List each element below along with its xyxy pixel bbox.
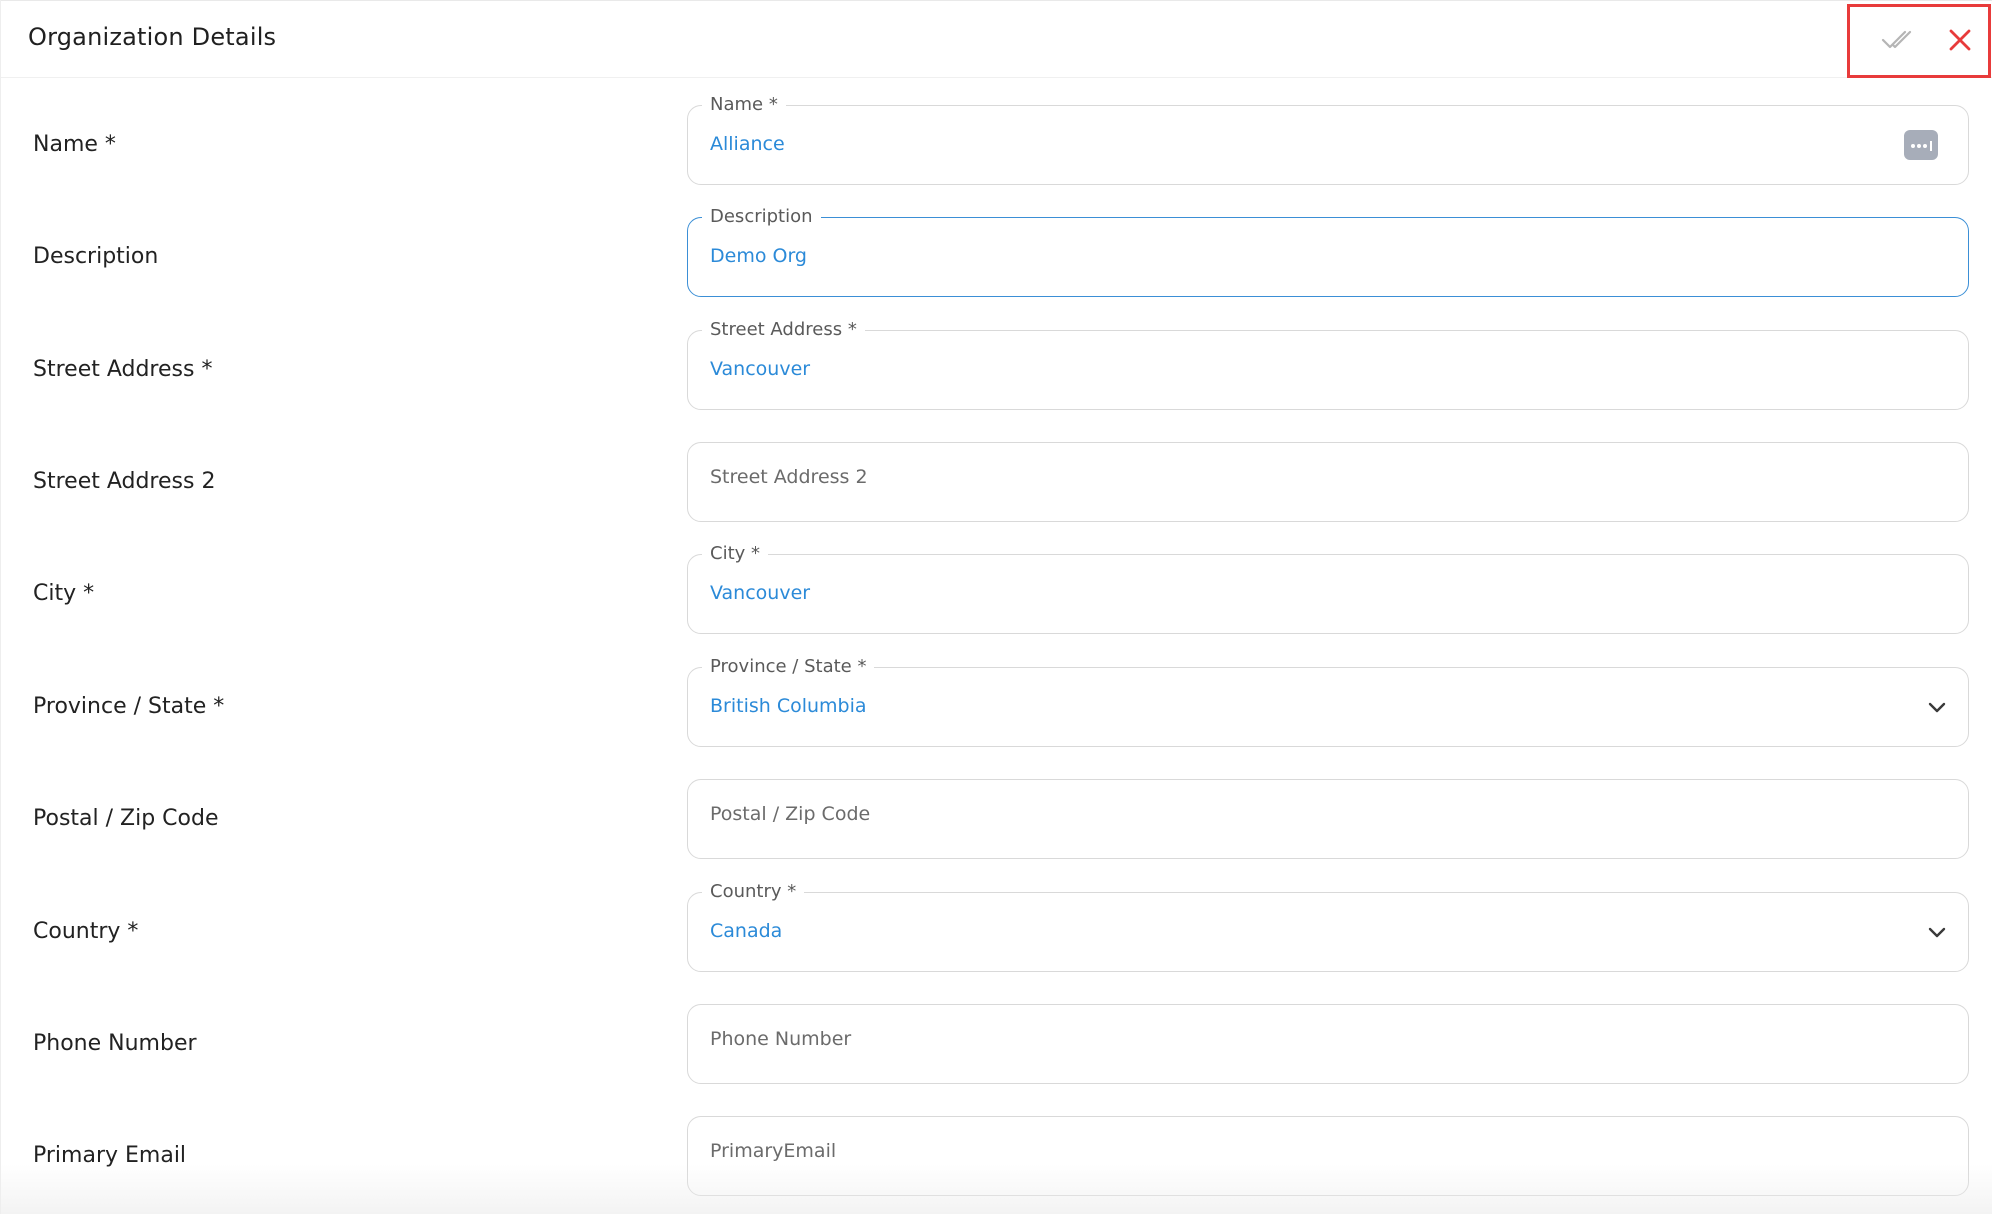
double-check-icon bbox=[1881, 29, 1915, 55]
form-row-street-address-2: Street Address 2 Street Address 2 bbox=[1, 442, 1992, 522]
name-field[interactable]: Name * Alliance bbox=[687, 93, 1969, 185]
name-label: Name * bbox=[33, 132, 116, 157]
save-button[interactable] bbox=[1880, 24, 1916, 60]
phone-number-field[interactable]: Phone Number bbox=[687, 1004, 1969, 1084]
form-row-description: Description Description Demo Org bbox=[1, 205, 1992, 297]
country-select-legend: Country * bbox=[702, 880, 805, 904]
more-dots-icon bbox=[1909, 136, 1933, 155]
close-icon bbox=[1948, 28, 1972, 56]
province-state-select-value[interactable]: British Columbia bbox=[710, 693, 867, 719]
country-label: Country * bbox=[33, 919, 139, 944]
primary-email-placeholder[interactable]: PrimaryEmail bbox=[710, 1138, 836, 1164]
phone-number-label: Phone Number bbox=[33, 1031, 197, 1056]
header-actions-highlight bbox=[1847, 4, 1991, 78]
form-row-province-state: Province / State * Province / State * Br… bbox=[1, 655, 1992, 747]
form-row-country: Country * Country * Canada bbox=[1, 880, 1992, 972]
form-row-city: City * City * Vancouver bbox=[1, 542, 1992, 634]
city-field-value[interactable]: Vancouver bbox=[710, 580, 810, 606]
postal-zip-field[interactable]: Postal / Zip Code bbox=[687, 779, 1969, 859]
province-state-label: Province / State * bbox=[33, 694, 225, 719]
form-row-phone-number: Phone Number Phone Number bbox=[1, 1004, 1992, 1084]
name-options-button[interactable] bbox=[1904, 130, 1938, 160]
chevron-down-icon bbox=[1928, 923, 1946, 942]
primary-email-field[interactable]: PrimaryEmail bbox=[687, 1116, 1969, 1196]
phone-number-placeholder[interactable]: Phone Number bbox=[710, 1026, 851, 1052]
chevron-down-icon bbox=[1928, 698, 1946, 717]
form-row-postal-zip: Postal / Zip Code Postal / Zip Code bbox=[1, 779, 1992, 859]
street-address-field-value[interactable]: Vancouver bbox=[710, 356, 810, 382]
street-address-2-placeholder[interactable]: Street Address 2 bbox=[710, 464, 868, 490]
street-address-2-label: Street Address 2 bbox=[33, 469, 216, 494]
page-header: Organization Details bbox=[1, 0, 1992, 78]
street-address-label: Street Address * bbox=[33, 357, 213, 382]
description-field-legend: Description bbox=[702, 205, 821, 229]
primary-email-label: Primary Email bbox=[33, 1143, 187, 1168]
close-button[interactable] bbox=[1942, 24, 1978, 60]
form-row-name: Name * Name * Alliance bbox=[1, 93, 1992, 185]
city-field-legend: City * bbox=[702, 542, 769, 566]
postal-zip-placeholder[interactable]: Postal / Zip Code bbox=[710, 801, 870, 827]
city-field[interactable]: City * Vancouver bbox=[687, 542, 1969, 634]
organization-details-page: Organization Details Name * Name * Allia… bbox=[0, 0, 1992, 1214]
street-address-field-legend: Street Address * bbox=[702, 318, 865, 342]
city-label: City * bbox=[33, 581, 95, 606]
page-title: Organization Details bbox=[28, 23, 277, 51]
description-field[interactable]: Description Demo Org bbox=[687, 205, 1969, 297]
country-dropdown-toggle[interactable] bbox=[1924, 919, 1950, 945]
postal-zip-label: Postal / Zip Code bbox=[33, 806, 219, 831]
form-row-street-address: Street Address * Street Address * Vancou… bbox=[1, 318, 1992, 410]
name-field-value[interactable]: Alliance bbox=[710, 131, 785, 157]
street-address-field[interactable]: Street Address * Vancouver bbox=[687, 318, 1969, 410]
street-address-2-field[interactable]: Street Address 2 bbox=[687, 442, 1969, 522]
country-select-value[interactable]: Canada bbox=[710, 918, 782, 944]
province-state-select[interactable]: Province / State * British Columbia bbox=[687, 655, 1969, 747]
province-state-dropdown-toggle[interactable] bbox=[1924, 694, 1950, 720]
description-field-value[interactable]: Demo Org bbox=[710, 243, 807, 269]
form-row-primary-email: Primary Email PrimaryEmail bbox=[1, 1116, 1992, 1196]
province-state-select-legend: Province / State * bbox=[702, 655, 875, 679]
name-field-legend: Name * bbox=[702, 93, 786, 117]
country-select[interactable]: Country * Canada bbox=[687, 880, 1969, 972]
description-label: Description bbox=[33, 244, 159, 269]
